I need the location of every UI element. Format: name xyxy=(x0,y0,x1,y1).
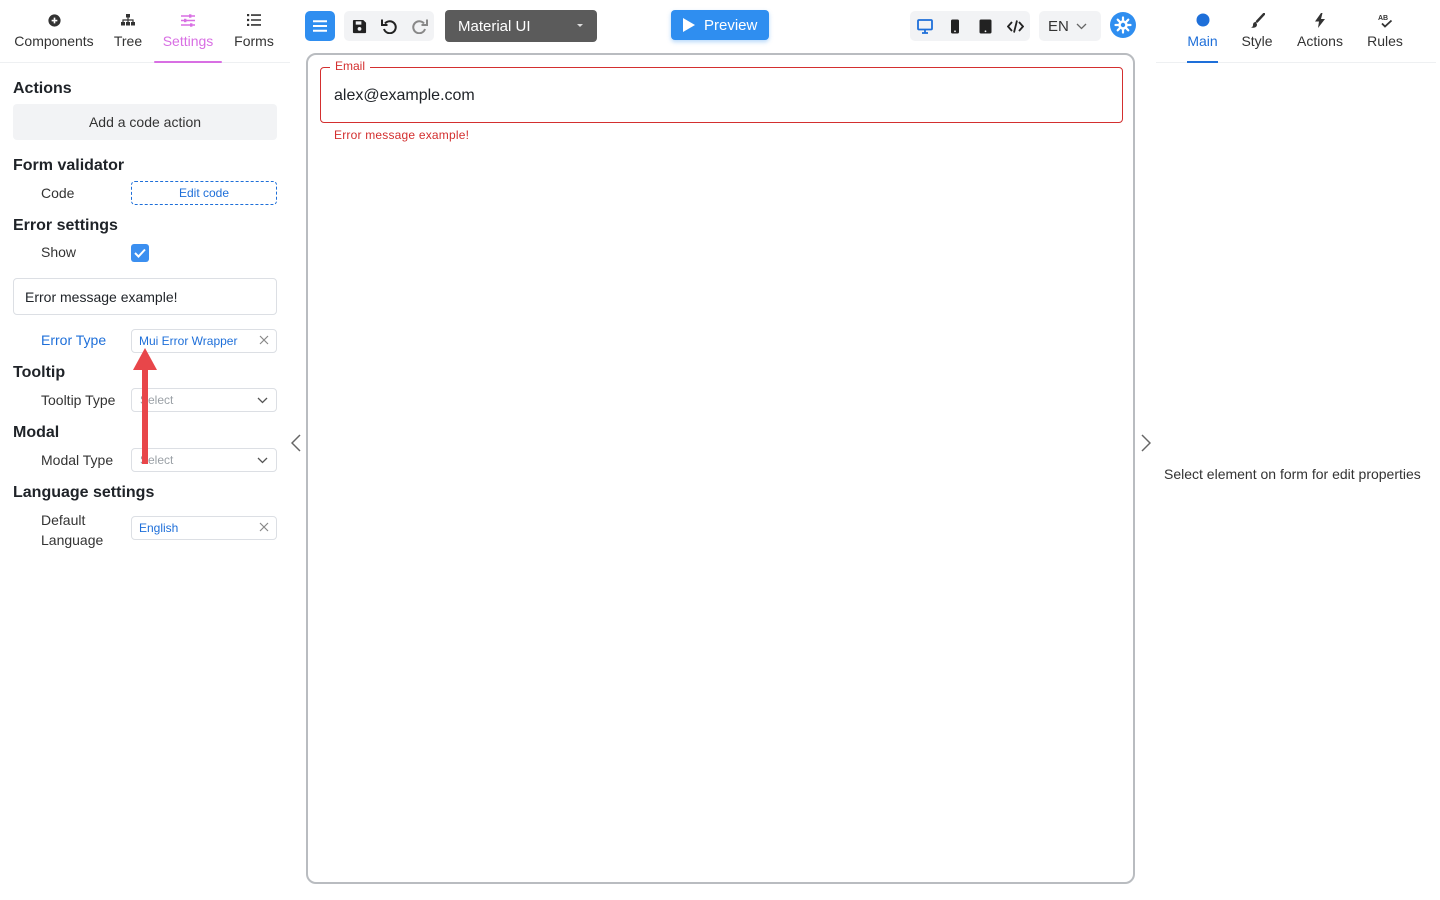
theme-select[interactable]: Material UI xyxy=(445,10,597,42)
modal-title: Modal xyxy=(13,424,60,441)
desktop-icon xyxy=(917,18,933,34)
play-icon xyxy=(683,18,695,32)
error-type-value: Mui Error Wrapper xyxy=(139,334,238,348)
tooltip-type-label: Tooltip Type xyxy=(41,392,116,408)
add-code-action-button[interactable]: Add a code action xyxy=(13,104,277,140)
theme-select-value: Material UI xyxy=(458,17,531,35)
tab-main-label: Main xyxy=(1187,33,1218,49)
device-toolbar xyxy=(910,11,1030,41)
default-language-value: English xyxy=(139,521,179,535)
show-label: Show xyxy=(41,244,77,260)
tab-style-label: Style xyxy=(1241,33,1273,49)
right-panel-tabs: Main Style Actions AB Rules xyxy=(1156,0,1436,63)
caret-down-icon xyxy=(577,24,583,27)
tooltip-title: Tooltip xyxy=(13,364,66,381)
menu-button[interactable] xyxy=(305,11,335,41)
code-label: Code xyxy=(41,185,75,201)
default-language-label-line2: Language xyxy=(41,532,104,548)
actions-title: Actions xyxy=(13,80,72,97)
chevron-down-icon xyxy=(257,453,268,467)
redo-icon xyxy=(411,19,428,34)
email-error-message: Error message example! xyxy=(334,128,470,142)
preview-label: Preview xyxy=(704,16,758,34)
save-icon xyxy=(352,19,366,33)
language-select[interactable]: EN xyxy=(1039,11,1101,41)
code-view-button[interactable] xyxy=(1000,11,1030,41)
plus-circle-icon xyxy=(46,12,62,28)
error-settings-title: Error settings xyxy=(13,217,118,234)
tab-tree-label: Tree xyxy=(113,33,143,49)
language-select-value: EN xyxy=(1048,17,1069,35)
undo-button[interactable] xyxy=(374,11,404,41)
edit-code-button[interactable]: Edit code xyxy=(131,181,277,205)
chevron-down-icon xyxy=(1076,23,1087,29)
tab-tree[interactable]: Tree xyxy=(104,0,152,63)
tab-components-label: Components xyxy=(14,33,94,49)
tab-main[interactable]: Main xyxy=(1187,12,1218,63)
spellcheck-icon: AB xyxy=(1377,12,1393,28)
sitemap-icon xyxy=(120,12,136,28)
check-icon xyxy=(134,248,146,258)
collapse-right-panel-button[interactable] xyxy=(1139,432,1153,454)
mobile-view-button[interactable] xyxy=(940,11,970,41)
tab-forms-label: Forms xyxy=(234,33,274,49)
chevron-right-icon xyxy=(1141,434,1151,452)
tab-settings[interactable]: Settings xyxy=(152,0,224,63)
form-canvas[interactable]: Email alex@example.com Error message exa… xyxy=(306,53,1135,884)
tab-components[interactable]: Components xyxy=(4,0,104,63)
clear-icon[interactable] xyxy=(259,334,269,348)
settings-button[interactable] xyxy=(1110,12,1136,38)
show-error-checkbox[interactable] xyxy=(131,244,149,262)
sliders-icon xyxy=(180,12,196,28)
redo-button[interactable] xyxy=(404,11,434,41)
hamburger-icon xyxy=(313,20,327,32)
annotation-arrow xyxy=(133,348,157,464)
undo-icon xyxy=(380,19,397,34)
history-toolbar xyxy=(344,11,434,41)
email-field[interactable]: Email alex@example.com xyxy=(320,59,1123,123)
tab-rules-label: Rules xyxy=(1367,33,1403,49)
list-icon xyxy=(246,12,262,28)
language-settings-title: Language settings xyxy=(13,484,155,501)
tab-actions[interactable]: Actions xyxy=(1295,12,1345,63)
bolt-icon xyxy=(1312,12,1328,28)
tab-rules[interactable]: AB Rules xyxy=(1366,12,1404,63)
properties-empty-message: Select element on form for edit properti… xyxy=(1164,466,1421,482)
gear-icon xyxy=(1114,16,1132,34)
tablet-view-button[interactable] xyxy=(970,11,1000,41)
collapse-left-panel-button[interactable] xyxy=(289,432,303,454)
tablet-icon xyxy=(979,19,991,33)
tab-actions-label: Actions xyxy=(1297,33,1343,49)
error-message-input[interactable]: Error message example! xyxy=(13,278,277,315)
chevron-down-icon xyxy=(257,393,268,407)
desktop-view-button[interactable] xyxy=(910,11,940,41)
tab-style[interactable]: Style xyxy=(1240,12,1274,63)
error-type-label: Error Type xyxy=(41,332,107,348)
circle-icon xyxy=(1195,12,1211,28)
chevron-left-icon xyxy=(291,434,301,452)
tab-settings-label: Settings xyxy=(162,33,214,49)
form-validator-title: Form validator xyxy=(13,157,125,174)
brush-icon xyxy=(1249,12,1265,28)
default-language-select[interactable]: English xyxy=(131,516,277,540)
modal-type-label: Modal Type xyxy=(41,452,114,468)
clear-icon[interactable] xyxy=(259,521,269,535)
code-icon xyxy=(1006,19,1024,33)
mobile-icon xyxy=(951,19,959,33)
email-field-value[interactable]: alex@example.com xyxy=(334,87,475,105)
preview-button[interactable]: Preview xyxy=(671,10,769,40)
email-field-label: Email xyxy=(330,59,371,73)
save-button[interactable] xyxy=(344,11,374,41)
default-language-label: Default Language xyxy=(41,510,103,550)
default-language-label-line1: Default xyxy=(41,512,86,528)
svg-text:AB: AB xyxy=(1378,15,1388,22)
left-panel-tabs: Components Tree Settings Forms xyxy=(0,0,290,63)
tab-forms[interactable]: Forms xyxy=(224,0,284,63)
